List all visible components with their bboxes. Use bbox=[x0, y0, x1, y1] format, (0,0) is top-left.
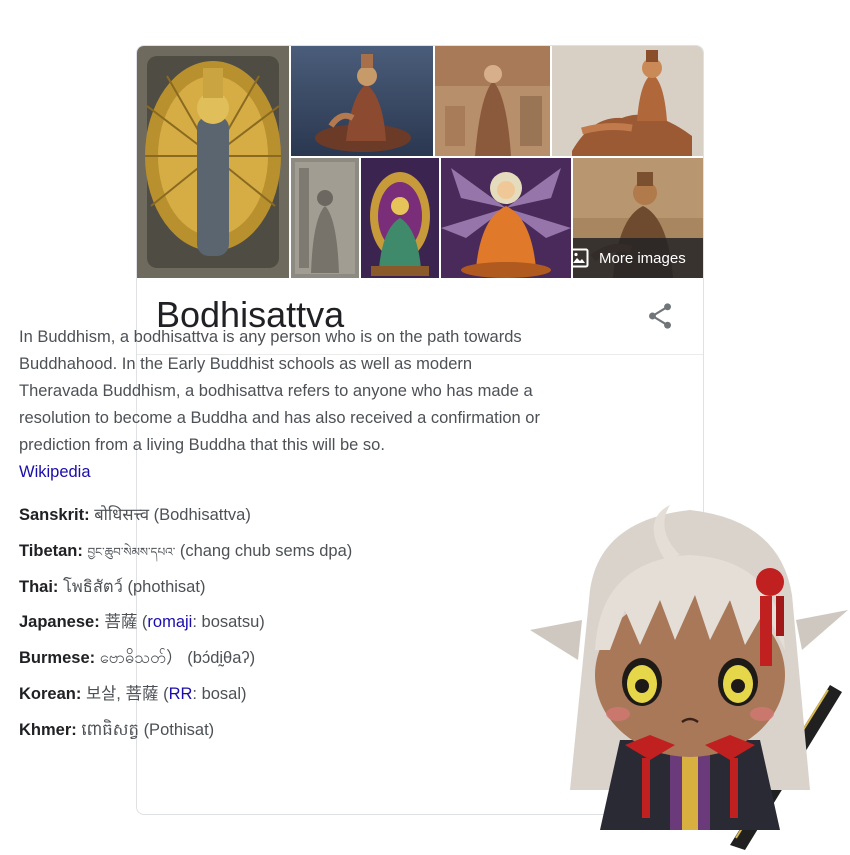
fact-romanized: (chang chub sems dpa) bbox=[179, 541, 353, 560]
fact-thai: Thai: โพธิสัตว์ (phothisat) bbox=[19, 572, 559, 608]
chibi-character-sticker bbox=[530, 500, 850, 850]
fact-native: 보살, 菩薩 bbox=[85, 684, 159, 703]
fact-romanized: (Pothisat) bbox=[143, 720, 215, 739]
more-images-button[interactable]: More images bbox=[573, 238, 703, 278]
fact-label: Burmese: bbox=[19, 649, 96, 668]
fact-korean: Korean: 보살, 菩薩 (RR: bosal) bbox=[19, 679, 559, 715]
fact-label: Korean: bbox=[19, 684, 82, 703]
fact-tibetan: Tibetan: བྱང་ཆུབ་སེམས་དཔའ་ (chang chub s… bbox=[19, 536, 559, 572]
more-images-label: More images bbox=[599, 249, 686, 267]
romaji-link[interactable]: romaji bbox=[147, 613, 192, 631]
fact-native: ဗောဓိသတ်） bbox=[99, 649, 183, 668]
fact-label: Japanese: bbox=[19, 613, 100, 632]
fact-native: བྱང་ཆུབ་སེམས་དཔའ་ bbox=[87, 544, 176, 559]
description-text: In Buddhism, a bodhisattva is any person… bbox=[19, 328, 540, 454]
fact-native: बोधिसत्त्व bbox=[94, 506, 150, 524]
gallery-image-2[interactable] bbox=[291, 46, 433, 156]
facts-list: Sanskrit: बोधिसत्त्व (Bodhisattva) Tibet… bbox=[19, 500, 559, 751]
fact-romanized: : bosal) bbox=[192, 684, 247, 703]
fact-romanized: (phothisat) bbox=[127, 577, 206, 596]
share-icon[interactable] bbox=[647, 302, 673, 330]
fact-romanized: : bosatsu) bbox=[192, 613, 265, 632]
fact-label: Thai: bbox=[19, 577, 59, 596]
fact-label: Khmer: bbox=[19, 720, 77, 739]
fact-label: Sanskrit: bbox=[19, 506, 90, 524]
gallery-image-5[interactable] bbox=[291, 158, 359, 278]
description: In Buddhism, a bodhisattva is any person… bbox=[19, 324, 555, 486]
fact-native: 菩薩 bbox=[104, 613, 138, 632]
fact-romanized: (bɔ́dḭθaʔ) bbox=[187, 649, 256, 668]
fact-khmer: Khmer: ពោធិសត្វ (Pothisat) bbox=[19, 715, 559, 751]
gallery-image-6[interactable] bbox=[361, 158, 439, 278]
rr-link[interactable]: RR bbox=[169, 685, 193, 703]
fact-label: Tibetan: bbox=[19, 541, 83, 560]
fact-native: ពោធិសត្វ bbox=[81, 720, 139, 739]
fact-japanese: Japanese: 菩薩 (romaji: bosatsu) bbox=[19, 607, 559, 643]
fact-romanized: (Bodhisattva) bbox=[153, 506, 251, 524]
wikipedia-link[interactable]: Wikipedia bbox=[19, 463, 91, 481]
fact-native: โพธิสัตว์ bbox=[63, 577, 123, 596]
gallery-image-4[interactable] bbox=[552, 46, 703, 156]
gallery-image-7[interactable] bbox=[441, 158, 571, 278]
fact-sanskrit: Sanskrit: बोधिसत्त्व (Bodhisattva) bbox=[19, 500, 559, 536]
fact-burmese: Burmese: ဗောဓိသတ်） (bɔ́dḭθaʔ) bbox=[19, 643, 559, 679]
gallery-image-8[interactable]: More images bbox=[573, 158, 703, 278]
image-gallery: More images bbox=[137, 46, 703, 278]
image-icon bbox=[573, 248, 589, 268]
gallery-image-1[interactable] bbox=[137, 46, 289, 278]
gallery-image-3[interactable] bbox=[435, 46, 550, 156]
